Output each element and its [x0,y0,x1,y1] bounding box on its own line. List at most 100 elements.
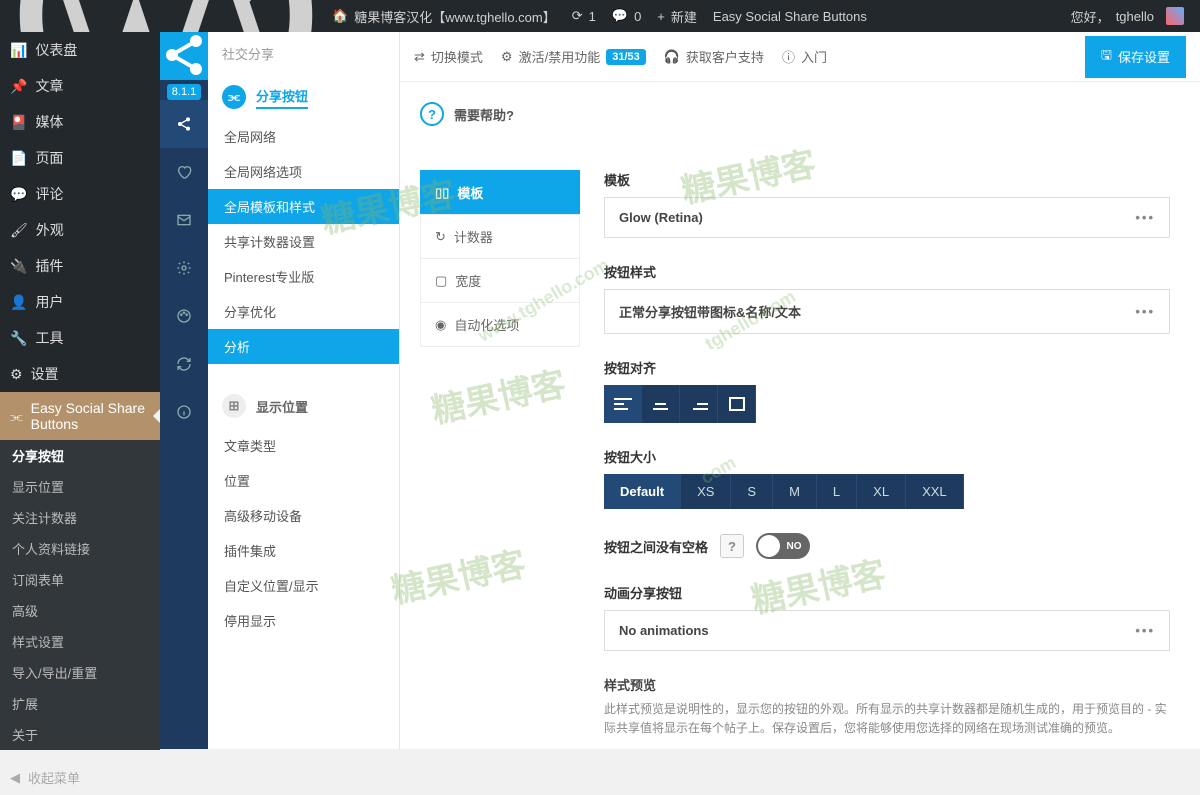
iconbar-like[interactable] [160,148,208,196]
counter-icon: ↻ [435,229,446,245]
align-right[interactable] [680,385,718,423]
plugin-nav-link[interactable]: 全局网络 [208,119,399,154]
wp-submenu-item[interactable]: 样式设置 [0,626,160,657]
tab-automation[interactable]: ◉自动化选项 [420,302,580,347]
template-icon: ▯▯ [435,185,449,201]
wp-menu-item[interactable]: 📌文章 [0,68,160,104]
align-stretch[interactable] [718,385,756,423]
automation-icon: ◉ [435,317,446,333]
size-option[interactable]: M [773,474,817,509]
tab-width[interactable]: ▢宽度 [420,258,580,302]
wp-submenu-item[interactable]: 订阅表单 [0,564,160,595]
more-icon: ••• [1135,623,1155,638]
updates-link[interactable]: ⟳1 [564,0,604,32]
nav-section-share[interactable]: ⫘分享按钮 [208,75,399,119]
wp-menu-item[interactable]: 🔧工具 [0,320,160,356]
wp-submenu: 分享按钮显示位置关注计数器个人资料链接订阅表单高级样式设置导入/导出/重置扩展关… [0,440,160,750]
plugin-nav-link[interactable]: 分析 [208,329,399,364]
tab-template[interactable]: ▯▯模板 [420,170,580,214]
wp-menu-item[interactable]: 🔌插件 [0,248,160,284]
menu-icon: 🔌 [10,258,27,275]
gear-icon [176,260,192,276]
share-icon: ⫘ [222,85,246,109]
size-option[interactable]: L [817,474,857,509]
iconbar-style[interactable] [160,292,208,340]
wp-menu-item[interactable]: 🎴媒体 [0,104,160,140]
wp-menu-item[interactable]: ⫘Easy Social Share Buttons [0,392,160,440]
align-left[interactable] [604,385,642,423]
iconbar-settings[interactable] [160,244,208,292]
save-button[interactable]: 🖫保存设置 [1085,36,1186,78]
anim-select[interactable]: No animations••• [604,610,1170,651]
wp-menu-item[interactable]: 📄页面 [0,140,160,176]
plugin-nav-link[interactable]: 文章类型 [208,428,399,463]
toggle-features[interactable]: ⚙激活/禁用功能31/53 [501,47,646,66]
refresh-icon: ⟳ [572,8,583,24]
more-icon: ••• [1135,210,1155,225]
iconbar-share[interactable] [160,100,208,148]
nospace-label: 按钮之间没有空格 [604,537,708,556]
template-label: 模板 [604,170,1170,189]
plugin-nav-link[interactable]: 插件集成 [208,533,399,568]
wp-submenu-item[interactable]: 导入/导出/重置 [0,657,160,688]
align-center[interactable] [642,385,680,423]
plugin-nav-link[interactable]: 高级移动设备 [208,498,399,533]
plugin-nav-link[interactable]: 全局模板和样式 [208,189,399,224]
new-content-link[interactable]: +新建 [649,0,705,32]
wp-submenu-item[interactable]: 关于 [0,719,160,750]
style-select[interactable]: 正常分享按钮带图标&名称/文本••• [604,289,1170,334]
iconbar-import[interactable] [160,340,208,388]
size-option[interactable]: XS [681,474,731,509]
size-option[interactable]: Default [604,474,681,509]
align-label: 按钮对齐 [604,358,1170,377]
switch-mode[interactable]: ⇄切换模式 [414,47,483,66]
size-option[interactable]: S [731,474,773,509]
size-option[interactable]: XL [857,474,906,509]
wp-submenu-item[interactable]: 扩展 [0,688,160,719]
nospace-toggle[interactable]: NO [756,533,810,559]
help-badge[interactable]: ? [720,534,744,558]
wp-menu-item[interactable]: 👤用户 [0,284,160,320]
wp-submenu-item[interactable]: 高级 [0,595,160,626]
template-select[interactable]: Glow (Retina)••• [604,197,1170,238]
wp-logo[interactable] [8,0,324,32]
plugin-logo[interactable] [160,32,208,80]
wp-submenu-item[interactable]: 分享按钮 [0,440,160,471]
size-option[interactable]: XXL [906,474,964,509]
plugin-nav-link[interactable]: 自定义位置/显示 [208,568,399,603]
user-greeting[interactable]: 您好，tghello [1063,0,1192,32]
plugin-nav-link[interactable]: 停用显示 [208,603,399,638]
plugin-link[interactable]: Easy Social Share Buttons [705,0,875,32]
getting-started[interactable]: ⓘ入门 [782,47,827,66]
site-name-link[interactable]: 🏠糖果博客汉化【www.tghello.com】 [324,0,564,32]
menu-icon: 🖌 [10,222,28,239]
menu-icon: ⚙ [10,366,23,383]
iconbar-mail[interactable] [160,196,208,244]
plugin-nav-link[interactable]: 位置 [208,463,399,498]
menu-icon: 💬 [10,186,27,203]
menu-icon: 🎴 [10,114,27,131]
wp-menu-item[interactable]: 📊仪表盘 [0,32,160,68]
wp-menu-item[interactable]: 💬评论 [0,176,160,212]
plugin-nav-link[interactable]: Pinterest专业版 [208,259,399,294]
tab-counter[interactable]: ↻计数器 [420,214,580,258]
wp-submenu-item[interactable]: 显示位置 [0,471,160,502]
wp-submenu-item[interactable]: 个人资料链接 [0,533,160,564]
iconbar-info[interactable] [160,388,208,436]
nav-section-position[interactable]: ⊞显示位置 [208,384,399,428]
main-panel: ⇄切换模式 ⚙激活/禁用功能31/53 🎧获取客户支持 ⓘ入门 🖫保存设置 ? … [400,32,1200,749]
info-icon [176,404,192,420]
wp-menu-item[interactable]: ⚙设置 [0,356,160,392]
get-support[interactable]: 🎧获取客户支持 [664,47,764,66]
wp-submenu-item[interactable]: 关注计数器 [0,502,160,533]
plugin-nav-link[interactable]: 全局网络选项 [208,154,399,189]
avatar [1166,7,1184,25]
comments-link[interactable]: 💬0 [604,0,649,32]
preview-desc: 此样式预览是说明性的，显示您的按钮的外观。所有显示的共享计数器都是随机生成的，用… [604,700,1170,738]
plugin-nav-link[interactable]: 共享计数器设置 [208,224,399,259]
support-icon: 🎧 [664,49,680,65]
collapse-menu[interactable]: ◀收起菜单 [0,760,160,795]
wp-menu-item[interactable]: 🖌外观 [0,212,160,248]
help-link[interactable]: ? 需要帮助? [420,102,1180,126]
plugin-nav-link[interactable]: 分享优化 [208,294,399,329]
